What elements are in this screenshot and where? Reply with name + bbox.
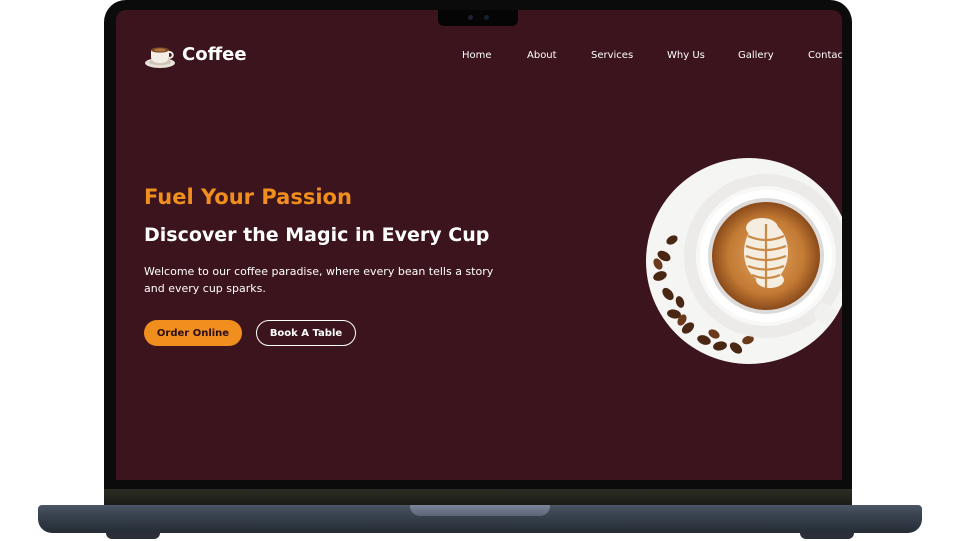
main-nav: Home About Services Why Us Gallery Conta… — [116, 49, 842, 65]
laptop-base — [38, 505, 922, 533]
laptop-foot-left — [106, 533, 160, 539]
camera-notch — [438, 10, 518, 26]
hero-description: Welcome to our coffee paradise, where ev… — [144, 265, 494, 295]
nav-item-home[interactable]: Home — [462, 49, 492, 63]
nav-item-about[interactable]: About — [527, 49, 557, 63]
nav-item-why-us[interactable]: Why Us — [667, 49, 705, 63]
trackpad-lip — [410, 505, 550, 516]
camera-icon — [468, 15, 473, 20]
hero-headline: Discover the Magic in Every Cup — [144, 224, 490, 246]
nav-item-services[interactable]: Services — [591, 49, 633, 63]
book-table-button[interactable]: Book A Table — [256, 320, 356, 346]
order-online-button[interactable]: Order Online — [144, 320, 242, 346]
nav-item-gallery[interactable]: Gallery — [738, 49, 774, 63]
nav-item-contact[interactable]: Contact — [808, 49, 842, 63]
hero-tagline: Fuel Your Passion — [144, 185, 352, 209]
laptop-foot-right — [800, 533, 854, 539]
sensor-icon — [484, 15, 489, 20]
website-screen: Coffee Home About Services Why Us Galler… — [116, 10, 842, 480]
latte-art-coffee-cup-icon — [646, 158, 842, 364]
